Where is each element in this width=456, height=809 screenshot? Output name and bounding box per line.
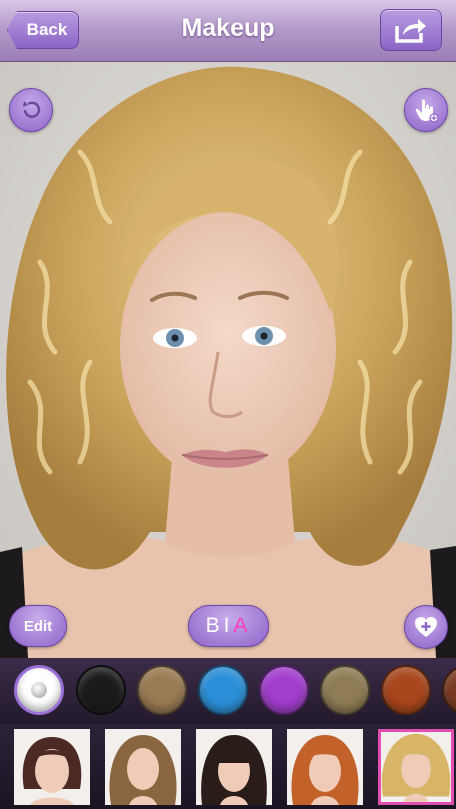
hairstyle-thumb-dark-bob[interactable] — [14, 729, 90, 805]
color-swatch-black[interactable] — [76, 665, 126, 715]
top-bar: Back Makeup — [0, 0, 456, 62]
portrait-image — [0, 62, 456, 658]
bia-b: B — [205, 614, 224, 637]
selected-indicator — [31, 682, 47, 698]
hairstyle-thumb-blonde-curls[interactable] — [378, 729, 454, 805]
share-icon — [395, 19, 426, 43]
hand-pointer-icon — [415, 99, 439, 123]
color-swatch-copper[interactable] — [381, 665, 431, 715]
before-after-toggle[interactable]: B I A — [188, 605, 269, 647]
share-button[interactable] — [380, 9, 442, 51]
hairstyle-image — [109, 735, 177, 805]
undo-button[interactable] — [9, 88, 53, 132]
favorite-add-button[interactable] — [404, 605, 448, 649]
hairstyle-image — [291, 735, 359, 805]
touch-adjust-button[interactable] — [404, 88, 448, 132]
hairstyle-image — [22, 737, 82, 805]
undo-icon — [23, 101, 41, 118]
bia-i: I — [223, 614, 234, 637]
bia-a: A — [233, 614, 252, 637]
color-swatch-light-brown[interactable] — [137, 665, 187, 715]
color-swatch-auburn[interactable] — [442, 665, 456, 715]
color-swatch-blue[interactable] — [198, 665, 248, 715]
photo-canvas[interactable]: Edit B I A — [0, 62, 456, 658]
color-swatch-none[interactable] — [14, 665, 64, 715]
heart-plus-icon — [415, 617, 437, 637]
hairstyle-thumb-copper-waves[interactable] — [287, 729, 363, 805]
hairstyle-image — [201, 735, 267, 805]
hairstyle-thumb-dark-long-bangs[interactable] — [196, 729, 272, 805]
hairstyle-thumb-light-brown-waves[interactable] — [105, 729, 181, 805]
hairstyle-image — [381, 733, 451, 802]
color-swatch-purple[interactable] — [259, 665, 309, 715]
color-swatch-ash-blonde[interactable] — [320, 665, 370, 715]
hairstyle-strip — [0, 724, 456, 809]
hair-color-strip — [0, 658, 456, 724]
edit-button[interactable]: Edit — [9, 605, 67, 647]
